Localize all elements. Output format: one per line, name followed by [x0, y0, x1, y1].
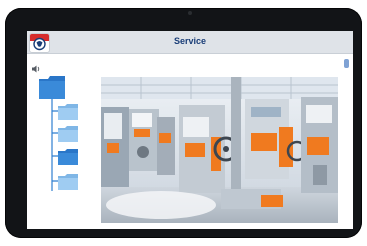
page-title: Service [173, 36, 207, 46]
root-folder-icon[interactable] [38, 75, 66, 105]
front-camera [188, 11, 192, 15]
title-bar: Service [27, 31, 353, 54]
subfolder-2-icon[interactable] [57, 125, 79, 148]
scroll-indicator[interactable] [344, 59, 349, 68]
subfolder-4-icon[interactable] [57, 173, 79, 196]
subfolder-1-icon[interactable] [57, 103, 79, 126]
tablet-frame: Service [5, 8, 362, 238]
folder-tree [35, 73, 95, 203]
speaker-icon[interactable] [32, 60, 42, 73]
subfolder-3-icon[interactable] [57, 148, 79, 171]
app-screen: Service [27, 31, 353, 229]
factory-machine-photo [101, 77, 338, 223]
